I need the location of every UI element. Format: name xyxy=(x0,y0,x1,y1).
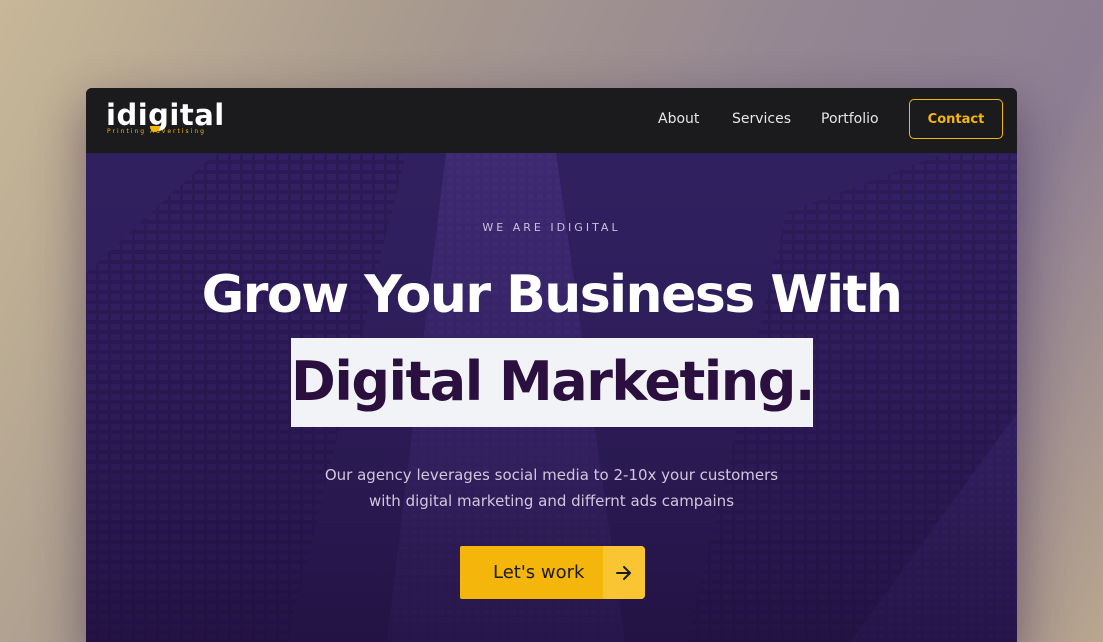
logo-tagline: Printing Advertising xyxy=(107,128,206,135)
hero-subtext-line-2: with digital marketing and differnt ads … xyxy=(368,492,735,510)
browser-window: idigital Printing Advertising About Serv… xyxy=(86,88,1017,642)
nav-link-about[interactable]: About xyxy=(658,110,699,128)
highlight-box: Digital Marketing. xyxy=(291,338,815,427)
hero-subtext: Our agency leverages social media to 2-1… xyxy=(86,462,1017,514)
contact-button[interactable]: Contact xyxy=(909,99,1003,139)
nav-link-services[interactable]: Services xyxy=(732,110,791,128)
hero-highlight-text: Digital Marketing. xyxy=(291,350,815,413)
hero-eyebrow: WE ARE IDIGITAL xyxy=(482,221,621,234)
logo-text: idigital xyxy=(106,98,225,132)
nav-link-portfolio[interactable]: Portfolio xyxy=(821,110,879,128)
navbar: idigital Printing Advertising About Serv… xyxy=(86,88,1017,153)
hero-section: WE ARE IDIGITAL Grow Your Business With … xyxy=(86,153,1017,642)
arrow-right-icon xyxy=(603,546,645,599)
logo[interactable]: idigital Printing Advertising xyxy=(106,98,236,138)
cta-label: Let's work xyxy=(493,562,585,583)
lets-work-button[interactable]: Let's work xyxy=(460,546,645,599)
hero-subtext-line-1: Our agency leverages social media to 2-1… xyxy=(324,466,779,484)
hero-headline: Grow Your Business With xyxy=(201,265,903,325)
